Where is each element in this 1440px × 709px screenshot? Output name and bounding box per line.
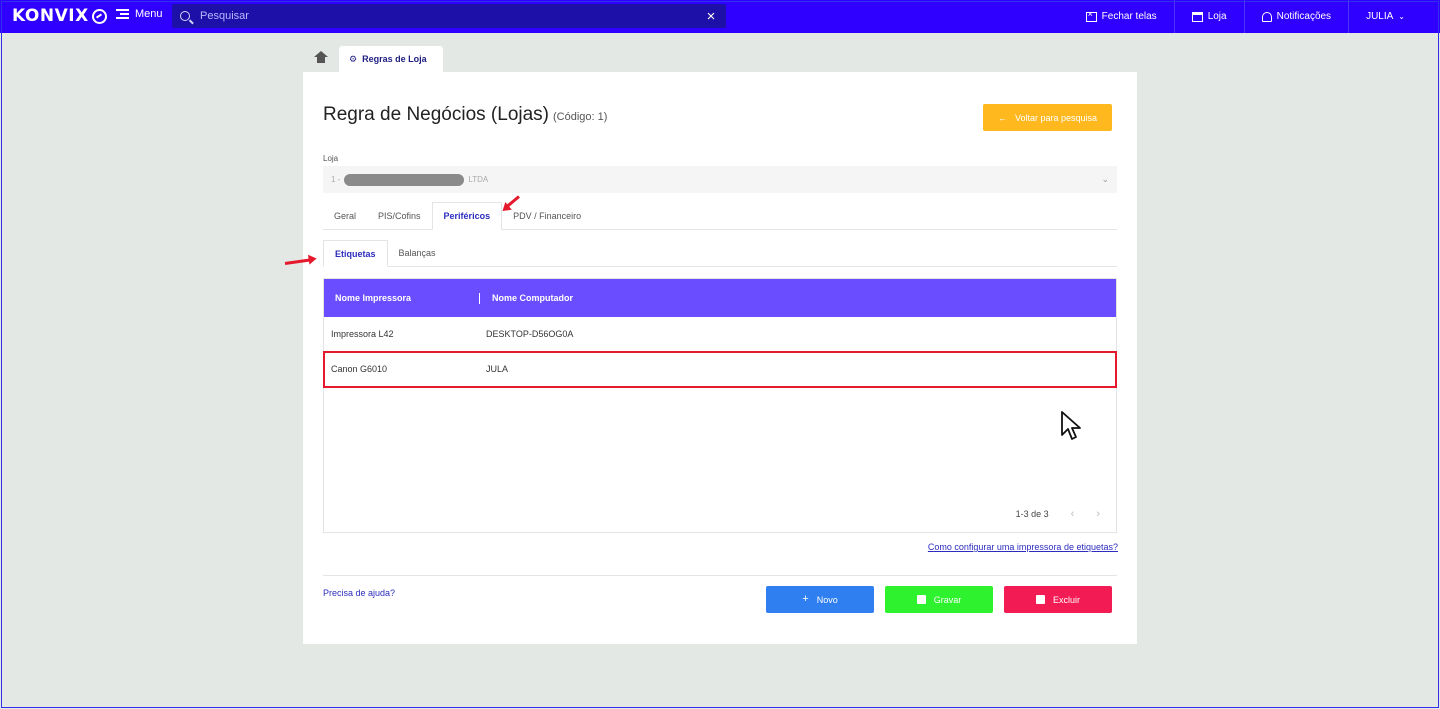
back-button-label: Voltar para pesquisa — [1014, 112, 1098, 123]
table-header: Nome Impressora Nome Computador — [324, 279, 1116, 317]
mouse-pointer-icon — [1061, 411, 1081, 440]
page-title: Regra de Negócios (Lojas) (Código: 1) — [323, 104, 607, 126]
cell-printer: Canon G6010 — [331, 364, 388, 374]
redacted-store-name — [344, 173, 465, 186]
close-tabs-button[interactable]: Fechar telas — [1069, 0, 1174, 33]
close-window-icon — [1085, 9, 1097, 22]
trash-icon — [1035, 595, 1045, 604]
action-buttons: + Novo Gravar Excluir — [766, 586, 1112, 613]
cell-computer: DESKTOP-D56OG0A — [486, 329, 574, 339]
page-subtitle: (Código: 1) — [553, 111, 608, 123]
konvix-logo[interactable]: KONVIX — [12, 6, 107, 26]
column-header-printer[interactable]: Nome Impressora — [324, 293, 479, 303]
chevron-down-icon: ⌄ — [1398, 12, 1405, 21]
page-title-text: Regra de Negócios (Lojas) — [323, 104, 550, 125]
delete-button[interactable]: Excluir — [1004, 586, 1112, 613]
need-help-link[interactable]: Precisa de ajuda? — [323, 588, 395, 598]
search-bar: × — [172, 4, 726, 28]
floppy-disk-icon — [916, 595, 926, 604]
pagination-status: 1-3 de 3 — [1015, 509, 1049, 519]
user-name: JULIA — [1366, 11, 1394, 22]
tab-pis-cofins[interactable]: PIS/Cofins — [367, 202, 432, 230]
store-label: Loja — [1207, 11, 1227, 22]
tab-pdv-financeiro[interactable]: PDV / Financeiro — [502, 202, 592, 230]
divider — [323, 575, 1117, 576]
menu-label: Menu — [135, 8, 163, 20]
user-menu[interactable]: JULIA ⌄ — [1348, 0, 1422, 33]
back-to-search-button[interactable]: ← Voltar para pesquisa — [983, 104, 1112, 131]
main-tabs: Geral PIS/Cofins Periféricos PDV / Finan… — [323, 202, 1117, 230]
arrow-left-icon: ← — [997, 112, 1007, 123]
cell-printer: Impressora L42 — [331, 329, 394, 339]
new-button[interactable]: + Novo — [766, 586, 874, 613]
loja-label: Loja — [323, 154, 339, 163]
plus-icon: + — [802, 593, 809, 605]
top-bar: KONVIX Menu × Fechar telas Loja Notifica… — [0, 0, 1440, 33]
cell-computer: JULA — [486, 364, 509, 374]
page-tabs-strip: ⚙ Regras de Loja — [303, 46, 443, 72]
main-card: Regra de Negócios (Lojas) (Código: 1) ← V… — [303, 72, 1137, 644]
table-row-highlighted[interactable]: Canon G6010 JULA — [323, 351, 1117, 388]
chevron-right-icon[interactable]: › — [1096, 508, 1100, 520]
clear-search-icon[interactable]: × — [704, 8, 718, 25]
delete-button-label: Excluir — [1052, 594, 1080, 605]
notifications-button[interactable]: Notificações — [1243, 0, 1348, 33]
tab-regras-de-loja[interactable]: ⚙ Regras de Loja — [339, 46, 443, 72]
logo-text: KONVIX — [12, 6, 89, 26]
notifications-label: Notificações — [1276, 11, 1332, 22]
tab-perifericos[interactable]: Periféricos — [431, 202, 503, 230]
save-button[interactable]: Gravar — [885, 586, 993, 613]
printers-table: Nome Impressora Nome Computador Impresso… — [323, 278, 1117, 533]
menu-button[interactable]: Menu — [116, 8, 163, 20]
gears-icon: ⚙ — [349, 53, 358, 64]
search-input[interactable] — [200, 10, 704, 22]
home-icon — [314, 50, 328, 65]
logo-mark-icon — [91, 8, 107, 24]
save-button-label: Gravar — [933, 594, 962, 605]
loja-select[interactable]: 1 - LTDA ⌄ — [323, 166, 1117, 193]
sub-tabs: Etiquetas Balanças — [323, 240, 1117, 267]
hamburger-icon — [116, 9, 129, 19]
tab-balancas[interactable]: Balanças — [388, 240, 447, 266]
tab-etiquetas[interactable]: Etiquetas — [323, 240, 388, 267]
store-button[interactable]: Loja — [1173, 0, 1244, 33]
tab-geral[interactable]: Geral — [323, 202, 367, 230]
chevron-left-icon[interactable]: ‹ — [1071, 508, 1075, 520]
loja-suffix: LTDA — [468, 175, 489, 184]
table-row[interactable]: Impressora L42 DESKTOP-D56OG0A — [324, 317, 1116, 352]
chevron-down-icon: ⌄ — [1101, 174, 1109, 184]
close-tabs-label: Fechar telas — [1101, 11, 1157, 22]
search-icon — [180, 11, 190, 21]
configure-printer-link[interactable]: Como configurar uma impressora de etique… — [928, 542, 1118, 552]
home-tab[interactable] — [303, 46, 339, 72]
new-button-label: Novo — [816, 594, 838, 605]
store-icon — [1191, 11, 1203, 22]
pagination: 1-3 de 3 ‹ › — [1016, 508, 1100, 520]
bell-icon — [1261, 11, 1272, 22]
loja-prefix: 1 - — [331, 175, 341, 184]
page-tab-label: Regras de Loja — [362, 54, 427, 64]
top-right-actions: Fechar telas Loja Notificações JULIA ⌄ — [1069, 0, 1422, 33]
column-header-computer[interactable]: Nome Computador — [479, 292, 573, 304]
